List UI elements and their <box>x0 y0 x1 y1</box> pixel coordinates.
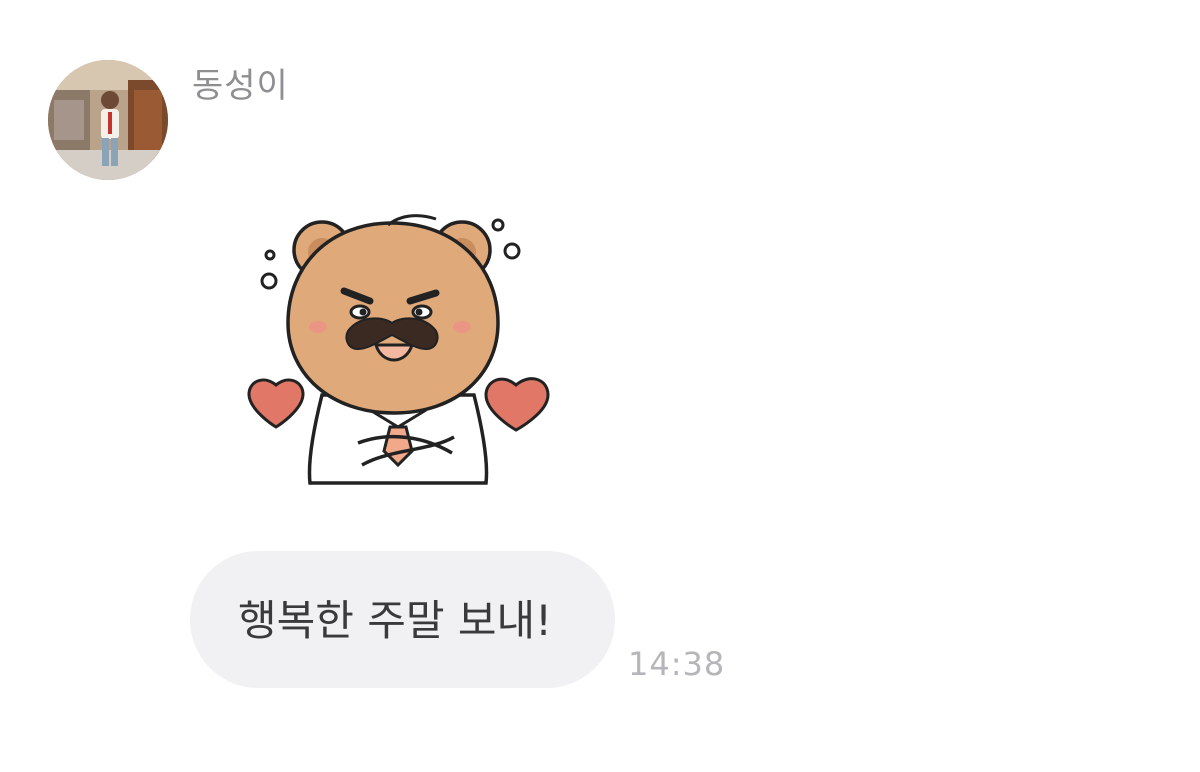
sender-avatar[interactable] <box>48 60 168 180</box>
chat-message: 동성이 행복한 주말 보내! 14:38 <box>0 0 1200 772</box>
message-text: 행복한 주말 보내! <box>238 596 553 645</box>
sender-name: 동성이 <box>192 66 289 106</box>
bear-mustache-hearts-sticker-icon <box>247 214 550 485</box>
bear-sticker[interactable] <box>240 205 560 490</box>
message-timestamp: 14:38 <box>628 645 726 683</box>
profile-photo-icon <box>48 60 168 180</box>
message-bubble[interactable]: 행복한 주말 보내! <box>190 551 615 688</box>
